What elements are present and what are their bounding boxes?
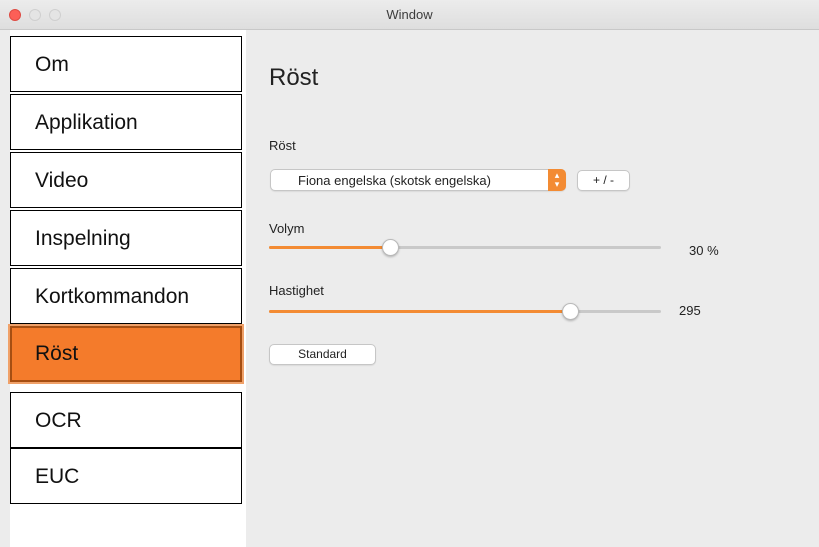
standard-button[interactable]: Standard [269, 344, 376, 365]
volume-slider-knob[interactable] [381, 239, 399, 256]
title-bar: Window [0, 0, 819, 30]
sidebar-item-om[interactable]: Om [10, 36, 242, 92]
speed-slider-knob[interactable] [561, 303, 579, 320]
window-title: Window [386, 7, 433, 22]
voice-add-remove-button[interactable]: + / - [577, 170, 630, 191]
app-window: Window Om Applikation Video Inspelning K… [0, 0, 819, 547]
sidebar-item-video[interactable]: Video [10, 152, 242, 208]
volume-slider-fill [269, 246, 390, 249]
speed-label: Hastighet [269, 283, 324, 298]
speed-slider[interactable] [269, 303, 661, 320]
sidebar-item-euc[interactable]: EUC [10, 448, 242, 504]
page-title: Röst [269, 64, 319, 91]
volume-value: 30 % [689, 243, 719, 258]
voice-label: Röst [269, 138, 296, 153]
sidebar-item-inspelning[interactable]: Inspelning [10, 210, 242, 266]
sidebar: Om Applikation Video Inspelning Kortkomm… [10, 30, 246, 547]
settings-panel: Röst Röst Fiona engelska (skotsk engelsk… [246, 30, 819, 547]
sidebar-item-applikation[interactable]: Applikation [10, 94, 242, 150]
updown-arrows-icon: ▴ ▾ [548, 169, 566, 191]
volume-slider[interactable] [269, 239, 661, 256]
sidebar-item-rost[interactable]: Röst [10, 326, 242, 382]
sidebar-item-ocr[interactable]: OCR [10, 392, 242, 448]
speed-slider-fill [269, 310, 570, 313]
volume-label: Volym [269, 221, 305, 236]
sidebar-item-kortkommandon[interactable]: Kortkommandon [10, 268, 242, 324]
voice-select[interactable]: Fiona engelska (skotsk engelska) ▴ ▾ [270, 169, 566, 191]
speed-value: 295 [679, 303, 701, 318]
voice-select-value: Fiona engelska (skotsk engelska) [298, 173, 491, 188]
